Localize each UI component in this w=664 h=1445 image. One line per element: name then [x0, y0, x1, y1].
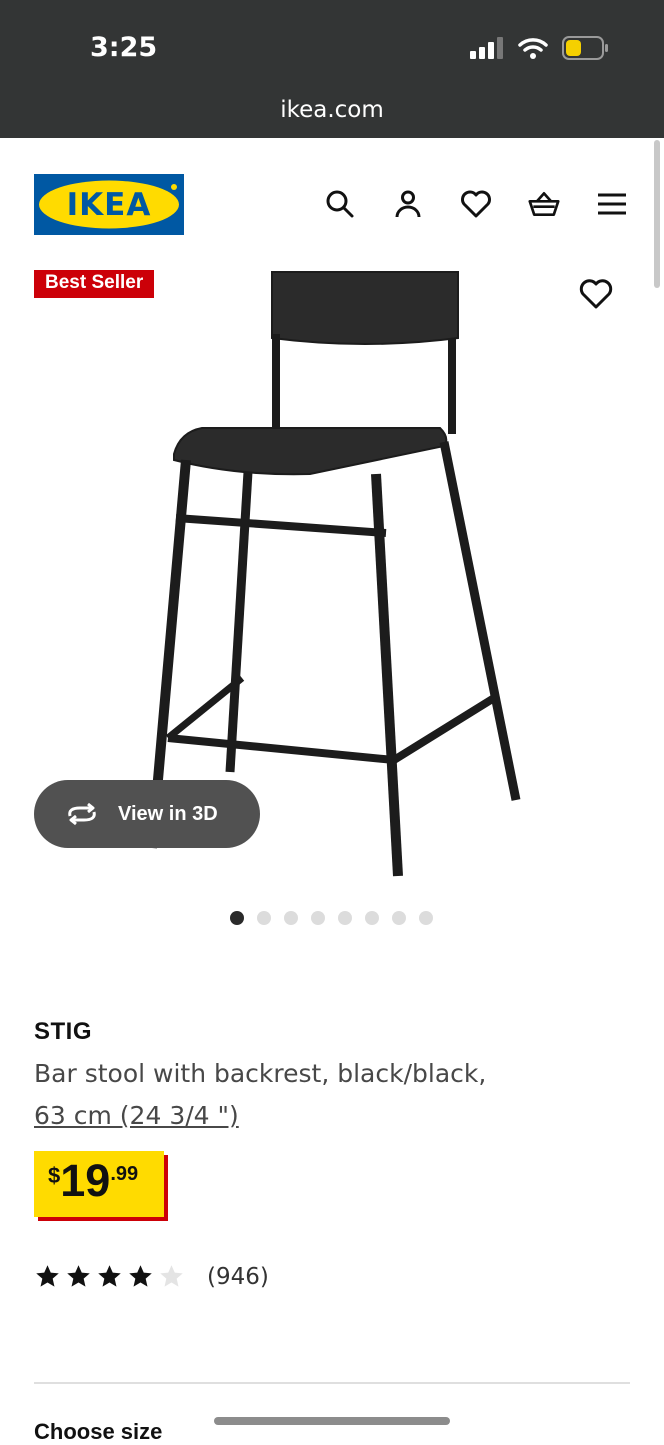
svg-text:IKEA: IKEA [67, 187, 152, 223]
ikea-logo[interactable]: IKEA [34, 174, 184, 235]
carousel-dot[interactable] [392, 911, 406, 925]
signal-icon [470, 37, 503, 59]
status-icons [470, 36, 608, 60]
menu-icon[interactable] [596, 188, 628, 220]
carousel-dot[interactable] [365, 911, 379, 925]
carousel-dot[interactable] [338, 911, 352, 925]
star-filled-icon [67, 1265, 90, 1287]
rotate-3d-icon [68, 802, 96, 826]
wifi-icon [518, 38, 548, 59]
cart-icon[interactable] [528, 188, 560, 220]
star-filled-icon [129, 1265, 152, 1287]
product-size-link[interactable]: 63 cm (24 3/4 ") [34, 1101, 239, 1130]
clock: 3:25 [90, 32, 158, 63]
carousel-dot[interactable] [230, 911, 244, 925]
view-in-3d-label: View in 3D [118, 802, 218, 825]
price-currency: $ [48, 1163, 61, 1188]
product-name: STIG [34, 1018, 93, 1045]
section-divider [34, 1382, 630, 1384]
carousel-dot[interactable] [284, 911, 298, 925]
add-to-wishlist-button[interactable] [578, 278, 614, 314]
star-filled-icon [98, 1265, 121, 1287]
image-carousel-dots [230, 911, 433, 925]
browser-status-bar: 3:25 ikea.com [0, 0, 664, 138]
review-count: (946) [207, 1263, 269, 1290]
wishlist-icon[interactable] [460, 188, 492, 220]
price-integer: 19 [60, 1155, 111, 1206]
home-indicator[interactable] [214, 1417, 450, 1425]
view-in-3d-button[interactable]: View in 3D [34, 780, 260, 848]
product-description: Bar stool with backrest, black/black, [34, 1059, 487, 1088]
best-seller-badge: Best Seller [34, 270, 155, 298]
carousel-dot[interactable] [419, 911, 433, 925]
carousel-dot[interactable] [257, 911, 271, 925]
price-decimals: .99 [110, 1163, 139, 1185]
account-icon[interactable] [392, 188, 424, 220]
site-header: IKEA [0, 138, 664, 258]
choose-size-heading[interactable]: Choose size [34, 1419, 162, 1445]
price-tag: $ 19 .99 [34, 1151, 164, 1217]
carousel-dot[interactable] [311, 911, 325, 925]
header-nav [324, 188, 628, 220]
star-empty-icon [160, 1265, 183, 1287]
search-icon[interactable] [324, 188, 356, 220]
battery-icon [562, 36, 608, 60]
url-bar[interactable]: ikea.com [0, 97, 664, 123]
product-rating[interactable]: (946) [34, 1263, 269, 1290]
star-filled-icon [36, 1265, 59, 1287]
